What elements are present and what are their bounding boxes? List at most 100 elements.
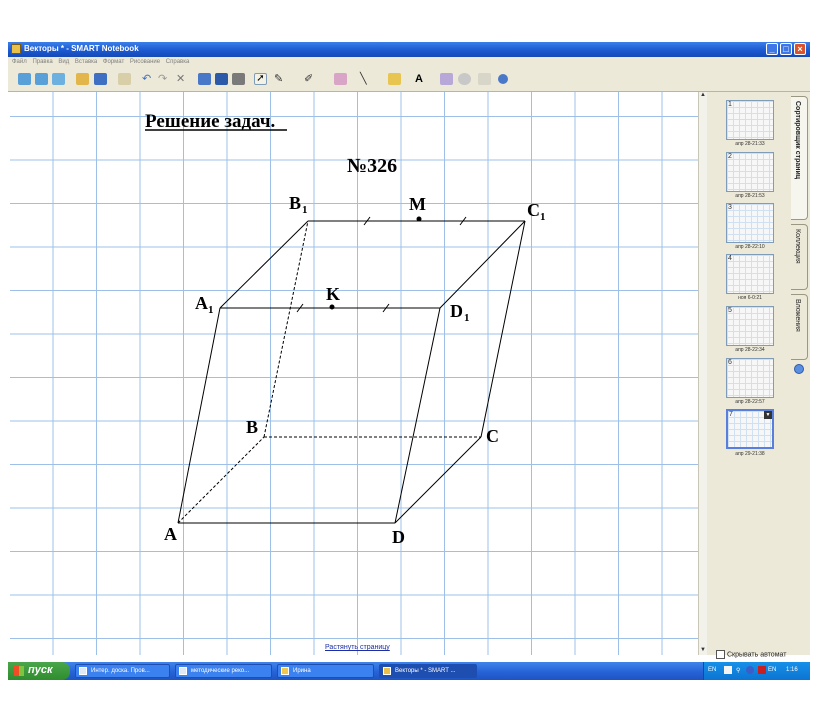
parallelepiped-drawing: Решение задач. №326 A B C D A 1 B 1 C 1 …: [145, 111, 546, 547]
maximize-button[interactable]: □: [780, 43, 792, 55]
menu-format[interactable]: Формат: [103, 59, 124, 65]
network-icon[interactable]: ⚲: [736, 667, 740, 674]
thumb-number: 3: [728, 204, 732, 211]
paste-icon[interactable]: [118, 73, 131, 85]
thumb-date: апр 29-21:38: [735, 451, 765, 457]
undo-icon[interactable]: ↶: [142, 73, 155, 85]
whiteboard-canvas[interactable]: Решение задач. №326 A B C D A 1 B 1 C 1 …: [10, 92, 698, 655]
smart-notebook-icon: [11, 44, 21, 54]
screen-shade-icon[interactable]: [198, 73, 211, 85]
thumb-date: апр 28-22:34: [735, 347, 765, 353]
fill-icon[interactable]: [388, 73, 401, 85]
redo-icon[interactable]: ↷: [158, 73, 171, 85]
clock: 1:16: [786, 667, 798, 673]
add-page-icon[interactable]: [52, 73, 65, 85]
antivirus-icon[interactable]: [758, 666, 766, 674]
minimize-button[interactable]: _: [766, 43, 778, 55]
move-toolbar-icon[interactable]: [478, 73, 491, 85]
back-icon[interactable]: [18, 73, 31, 85]
vertical-scrollbar[interactable]: ▲ ▼: [698, 92, 707, 655]
properties-icon[interactable]: [458, 73, 471, 85]
hidden-edge-BB1: [263, 220, 309, 438]
menu-edit[interactable]: Правка: [32, 59, 52, 65]
menu-view[interactable]: Вид: [58, 59, 69, 65]
page-thumbnail[interactable]: 3: [726, 203, 774, 243]
pen-icon[interactable]: ✎: [274, 73, 287, 85]
thumb-number: 2: [728, 153, 732, 160]
edge-AA1: [177, 307, 221, 524]
title-bar: Векторы * - SMART Notebook _ □ ×: [8, 42, 810, 57]
page-thumbnail[interactable]: 2: [726, 152, 774, 192]
checkbox-icon[interactable]: [716, 650, 725, 659]
thumb-number: 7: [729, 411, 733, 418]
forward-icon[interactable]: [35, 73, 48, 85]
label-A: A: [164, 524, 177, 544]
page-heading: Решение задач.: [145, 111, 275, 132]
page-thumbnail-selected[interactable]: 7 ▼: [726, 409, 774, 449]
full-screen-icon[interactable]: [215, 73, 228, 85]
save-icon[interactable]: [94, 73, 107, 85]
thumb-date: апр 28-21:33: [735, 141, 765, 147]
more-icon[interactable]: [498, 74, 508, 84]
thumb-number: 1: [728, 101, 732, 108]
menu-file[interactable]: Файл: [12, 59, 27, 65]
thumb-number: 5: [728, 307, 732, 314]
eraser-icon[interactable]: [334, 73, 347, 85]
taskbar-item[interactable]: Ирина: [277, 664, 374, 678]
folder-icon: [281, 667, 289, 675]
shape-icon[interactable]: [440, 73, 453, 85]
scroll-up-icon[interactable]: ▲: [699, 92, 707, 100]
taskbar-item-active[interactable]: Векторы * - SMART ...: [379, 664, 477, 678]
line-icon[interactable]: ╲: [360, 73, 373, 85]
label-A1-sub: 1: [208, 304, 214, 316]
document-icon: [79, 667, 87, 675]
label-B: B: [246, 417, 258, 437]
thumb-date: апр 28-22:10: [735, 244, 765, 250]
thumb-number: 4: [728, 255, 732, 262]
tab-page-sorter[interactable]: Сортировщик страниц: [791, 96, 808, 220]
dropdown-arrow-icon[interactable]: ▼: [764, 411, 772, 419]
label-C: C: [486, 426, 499, 446]
close-button[interactable]: ×: [794, 43, 806, 55]
smart-notebook-icon: [383, 667, 391, 675]
creative-pen-icon[interactable]: ✐: [304, 73, 317, 85]
page-thumbnail[interactable]: 1: [726, 100, 774, 140]
menu-draw[interactable]: Рисование: [130, 59, 160, 65]
window-title: Векторы * - SMART Notebook: [24, 44, 139, 53]
delete-icon[interactable]: ✕: [176, 73, 189, 85]
label-C1: C: [527, 200, 540, 220]
taskbar: пуск Интер. доска. Пров... методические …: [8, 662, 810, 680]
text-icon[interactable]: A: [415, 73, 428, 85]
taskbar-item[interactable]: Интер. доска. Пров...: [75, 664, 170, 678]
smart-board-icon[interactable]: [746, 666, 754, 674]
menu-insert[interactable]: Вставка: [75, 59, 97, 65]
start-button[interactable]: пуск: [8, 662, 70, 680]
stretch-page-link[interactable]: Растянуть страницу: [325, 644, 390, 651]
autohide-checkbox[interactable]: Скрывать автомат: [716, 650, 786, 659]
edge-DD1: [394, 307, 441, 524]
document-icon: [179, 667, 187, 675]
page-thumbnail[interactable]: 6: [726, 358, 774, 398]
label-M: M: [409, 194, 426, 214]
tab-attachments[interactable]: Вложения: [791, 294, 808, 360]
select-icon[interactable]: ➚: [254, 73, 267, 85]
thumb-number: 6: [728, 359, 732, 366]
table-icon[interactable]: [232, 73, 245, 85]
language-indicator[interactable]: EN: [708, 667, 716, 673]
thumb-date: ноя 6-0:21: [738, 295, 762, 301]
menu-help[interactable]: Справка: [166, 59, 190, 65]
language-indicator-2[interactable]: EN: [768, 667, 776, 673]
point-K: [329, 304, 335, 310]
windows-logo-icon: [14, 666, 24, 676]
page-thumbnail[interactable]: 5: [726, 306, 774, 346]
taskbar-item[interactable]: методические реко...: [175, 664, 272, 678]
scroll-down-icon[interactable]: ▼: [699, 647, 707, 655]
open-icon[interactable]: [76, 73, 89, 85]
label-K: K: [326, 284, 340, 304]
properties-icon[interactable]: [794, 364, 804, 374]
side-tabs: Сортировщик страниц Коллекция Вложения: [790, 92, 810, 655]
page-sorter-panel: 1 апр 28-21:33 2 апр 28-21:53 3 апр 28-2…: [707, 92, 790, 655]
page-thumbnail[interactable]: 4: [726, 254, 774, 294]
help-icon[interactable]: [724, 666, 732, 674]
tab-gallery[interactable]: Коллекция: [791, 224, 808, 290]
